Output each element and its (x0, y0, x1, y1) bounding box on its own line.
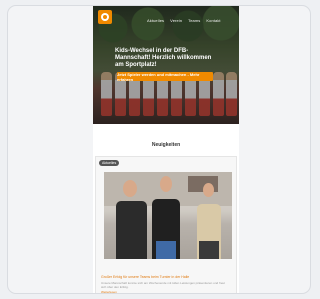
news-tag-badge: Aktuelles (99, 160, 120, 166)
photo-person-left-head (123, 180, 137, 197)
nav-item-verein[interactable]: Verein (170, 18, 182, 23)
section-title: Neuigkeiten (151, 142, 181, 148)
club-crest-icon (101, 13, 109, 21)
browser-preview-card: Aktuelles Verein Teams Kontakt Kids-Wech… (7, 5, 311, 294)
hero-title: Kids-Wechsel in der DFB-Mannschaft! Herz… (115, 48, 212, 68)
read-more-link[interactable]: Weiterlesen (101, 290, 117, 293)
photo-person-middle-head (160, 176, 172, 192)
news-excerpt: Unsere Mannschaft konnte sich am Wochene… (101, 281, 226, 289)
news-photo[interactable] (104, 172, 232, 259)
photo-person-left (116, 201, 147, 259)
website-preview: Aktuelles Verein Teams Kontakt Kids-Wech… (93, 6, 239, 293)
club-logo-icon[interactable] (98, 10, 112, 24)
main-nav: Aktuelles Verein Teams Kontakt (147, 18, 221, 23)
hero-banner: Aktuelles Verein Teams Kontakt Kids-Wech… (93, 6, 239, 124)
news-card[interactable]: Aktuelles Großer Erfolg für unsere Teams… (95, 156, 237, 293)
photo-person-right-head (203, 183, 214, 197)
news-title-link[interactable]: Großer Erfolg für unsere Teams beim Turn… (101, 275, 231, 280)
nav-item-kontakt[interactable]: Kontakt (206, 18, 220, 23)
hero-cta-button[interactable]: Jetzt Spieler werden und mitmachen - Meh… (117, 72, 213, 82)
photo-person-middle-jeans (156, 241, 176, 259)
nav-item-teams[interactable]: Teams (188, 18, 200, 23)
photo-person-right-shorts (199, 241, 219, 259)
nav-item-aktuelles[interactable]: Aktuelles (147, 18, 164, 23)
